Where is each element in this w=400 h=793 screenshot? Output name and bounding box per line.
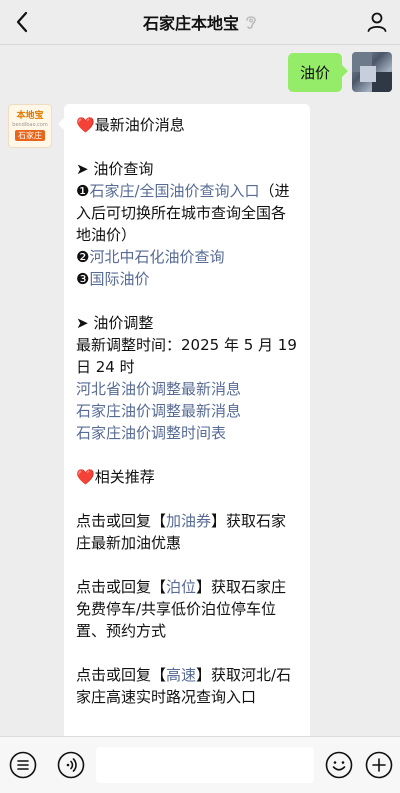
list-item: ❸国际油价 — [76, 270, 150, 288]
reply-bubble: ❤️最新油价消息 ➤ 油价查询 ❶石家庄/全国油价查询入口（进入后可切换所在城市… — [58, 104, 310, 764]
reply-heading: ❤️最新油价消息 — [76, 116, 185, 134]
sinopec-hebei-link[interactable]: 河北中石化油价查询 — [89, 248, 224, 266]
top-bar: 石家庄本地宝 — [0, 0, 400, 45]
list-item: ❷河北中石化油价查询 — [76, 248, 225, 266]
ear-icon — [245, 14, 257, 30]
recommend-coupon: 点击或回复【加油券】获取石家庄最新加油优惠 — [76, 512, 287, 552]
menu-list-icon[interactable] — [8, 750, 38, 780]
list-item: ❶石家庄/全国油价查询入口（进入后可切换所在城市查询全国各地油价） — [76, 182, 290, 244]
logo-city: 石家庄 — [15, 130, 45, 141]
parking-keyword-link[interactable]: 泊位 — [166, 578, 196, 596]
logo-brand: 本地宝 — [16, 111, 44, 121]
emoji-icon[interactable] — [324, 750, 354, 780]
oil-price-query-link[interactable]: 石家庄/全国油价查询入口 — [89, 182, 259, 200]
back-arrow-icon[interactable] — [8, 8, 36, 36]
sjz-adjust-news-link[interactable]: 石家庄油价调整最新消息 — [76, 402, 241, 420]
recommend-parking: 点击或回复【泊位】获取石家庄免费停车/共享低价泊位停车位置、预约方式 — [76, 578, 287, 640]
hebei-adjust-news-link[interactable]: 河北省油价调整最新消息 — [76, 380, 241, 398]
related-heading: ❤️相关推荐 — [76, 468, 155, 486]
message-input[interactable] — [96, 747, 314, 783]
adjust-time: 最新调整时间：2025 年 5 月 19 日 24 时 — [76, 336, 297, 376]
outgoing-bubble[interactable]: 油价 — [287, 53, 349, 92]
heart-icon: ❤️ — [76, 468, 95, 486]
coupon-keyword-link[interactable]: 加油券 — [166, 512, 211, 530]
highway-keyword-link[interactable]: 高速 — [166, 666, 196, 684]
outgoing-message: 油价 — [287, 52, 392, 92]
account-avatar[interactable]: 本地宝 bendibao.com 石家庄 — [8, 104, 52, 148]
heart-icon: ❤️ — [76, 116, 95, 134]
incoming-message: 本地宝 bendibao.com 石家庄 ❤️最新油价消息 ➤ 油价查询 ❶石家… — [8, 104, 310, 764]
input-bar — [0, 736, 400, 793]
section-adjust-title: ➤ 油价调整 — [76, 314, 154, 332]
recommend-highway: 点击或回复【高速】获取河北/石家庄高速实时路况查询入口 — [76, 666, 292, 706]
sjz-adjust-schedule-link[interactable]: 石家庄油价调整时间表 — [76, 424, 226, 442]
section-oil-query-title: ➤ 油价查询 — [76, 160, 154, 178]
chat-title: 石家庄本地宝 — [142, 14, 239, 33]
user-avatar[interactable] — [352, 52, 392, 92]
profile-user-icon[interactable] — [364, 9, 390, 35]
voice-icon[interactable] — [56, 750, 86, 780]
logo-sub: bendibao.com — [12, 122, 48, 128]
intl-oil-price-link[interactable]: 国际油价 — [89, 270, 149, 288]
plus-icon[interactable] — [364, 750, 394, 780]
